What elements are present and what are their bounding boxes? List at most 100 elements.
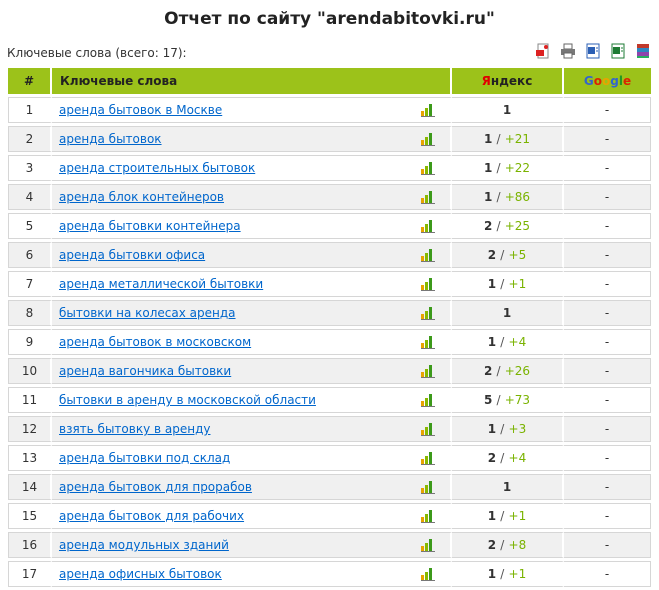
word-icon[interactable] xyxy=(585,43,601,59)
table-row: 12 взять бытовку в аренду 1 / +3- xyxy=(8,416,651,442)
position-change: +26 xyxy=(504,364,531,378)
yandex-position: 2 xyxy=(487,451,497,465)
yandex-cell: 1 xyxy=(452,300,564,326)
keyword-link[interactable]: аренда бытовок в Москве xyxy=(59,103,222,117)
yandex-cell: 1 / +1 xyxy=(452,503,564,529)
excel-icon[interactable] xyxy=(610,43,626,59)
yandex-position: 1 xyxy=(487,567,497,581)
keyword-link[interactable]: аренда бытовки контейнера xyxy=(59,219,241,233)
google-position: - xyxy=(564,474,651,500)
keyword-link[interactable]: бытовки в аренду в московской области xyxy=(59,393,316,407)
stats-chart-icon[interactable] xyxy=(421,219,435,236)
stats-chart-icon[interactable] xyxy=(421,161,435,178)
stats-chart-icon[interactable] xyxy=(421,306,435,323)
col-header-num: # xyxy=(8,68,52,94)
yandex-cell: 2 / +25 xyxy=(452,213,564,239)
row-number: 13 xyxy=(8,445,52,471)
google-letter: o xyxy=(593,74,602,88)
keyword-link[interactable]: взять бытовку в аренду xyxy=(59,422,210,436)
keyword-cell: аренда бытовки офиса xyxy=(52,242,452,268)
keyword-cell: аренда блок контейнеров xyxy=(52,184,452,210)
position-separator: / xyxy=(500,422,505,436)
keyword-link[interactable]: аренда бытовок в московском xyxy=(59,335,251,349)
stats-chart-icon[interactable] xyxy=(421,422,435,439)
position-separator: / xyxy=(500,248,505,262)
stats-chart-icon[interactable] xyxy=(421,335,435,352)
position-change: +73 xyxy=(504,393,531,407)
position-change: +22 xyxy=(504,161,531,175)
keyword-link[interactable]: аренда блок контейнеров xyxy=(59,190,224,204)
yandex-cell: 2 / +26 xyxy=(452,358,564,384)
stats-chart-icon[interactable] xyxy=(421,277,435,294)
table-row: 7 аренда металлической бытовки 1 / +1- xyxy=(8,271,651,297)
table-row: 17 аренда офисных бытовок 1 / +1- xyxy=(8,561,651,587)
google-position: - xyxy=(564,358,651,384)
row-number: 4 xyxy=(8,184,52,210)
col-header-google[interactable]: Google xyxy=(564,68,651,94)
google-position: - xyxy=(564,300,651,326)
row-number: 15 xyxy=(8,503,52,529)
row-number: 11 xyxy=(8,387,52,413)
table-row: 6 аренда бытовки офиса 2 / +5- xyxy=(8,242,651,268)
table-row: 15 аренда бытовок для рабочих 1 / +1- xyxy=(8,503,651,529)
stats-chart-icon[interactable] xyxy=(421,248,435,265)
keyword-link[interactable]: аренда строительных бытовок xyxy=(59,161,255,175)
position-separator: / xyxy=(496,190,501,204)
yandex-cell: 1 / +4 xyxy=(452,329,564,355)
col-header-keywords: Ключевые слова xyxy=(52,68,452,94)
position-separator: / xyxy=(496,161,501,175)
keyword-link[interactable]: аренда офисных бытовок xyxy=(59,567,222,581)
position-change: +21 xyxy=(504,132,531,146)
table-row: 9 аренда бытовок в московском 1 / +4- xyxy=(8,329,651,355)
stats-chart-icon[interactable] xyxy=(421,393,435,410)
keyword-cell: аренда бытовок для рабочих xyxy=(52,503,452,529)
keyword-link[interactable]: аренда металлической бытовки xyxy=(59,277,263,291)
table-row: 13 аренда бытовки под склад 2 / +4- xyxy=(8,445,651,471)
row-number: 1 xyxy=(8,97,52,123)
yandex-cell: 2 / +5 xyxy=(452,242,564,268)
yandex-position: 1 xyxy=(483,161,493,175)
yandex-position: 2 xyxy=(483,219,493,233)
position-change: +4 xyxy=(508,335,527,349)
position-separator: / xyxy=(496,364,501,378)
row-number: 17 xyxy=(8,561,52,587)
keywords-table: # Ключевые слова Яндекс Google 1 аренда б… xyxy=(8,65,651,590)
position-separator: / xyxy=(500,567,505,581)
yandex-position: 1 xyxy=(487,422,497,436)
position-change: +1 xyxy=(508,567,527,581)
col-header-yandex[interactable]: Яндекс xyxy=(452,68,564,94)
google-position: - xyxy=(564,126,651,152)
yandex-cell: 2 / +8 xyxy=(452,532,564,558)
keyword-link[interactable]: аренда бытовок xyxy=(59,132,162,146)
keyword-link[interactable]: аренда вагончика бытовки xyxy=(59,364,231,378)
keyword-link[interactable]: аренда бытовки под склад xyxy=(59,451,230,465)
stats-chart-icon[interactable] xyxy=(421,538,435,555)
stats-chart-icon[interactable] xyxy=(421,451,435,468)
position-separator: / xyxy=(496,132,501,146)
position-change: +4 xyxy=(508,451,527,465)
yandex-letter: Я xyxy=(481,74,491,88)
pdf-icon[interactable] xyxy=(535,43,551,59)
google-letter: G xyxy=(583,74,594,88)
keyword-link[interactable]: бытовки на колесах аренда xyxy=(59,306,236,320)
stats-chart-icon[interactable] xyxy=(421,480,435,497)
position-change: +5 xyxy=(508,248,527,262)
row-number: 6 xyxy=(8,242,52,268)
position-change: +3 xyxy=(508,422,527,436)
stats-chart-icon[interactable] xyxy=(421,509,435,526)
archive-icon[interactable] xyxy=(635,43,651,59)
google-position: - xyxy=(564,242,651,268)
stats-chart-icon[interactable] xyxy=(421,364,435,381)
stats-chart-icon[interactable] xyxy=(421,103,435,120)
stats-chart-icon[interactable] xyxy=(421,190,435,207)
keyword-link[interactable]: аренда бытовок для прорабов xyxy=(59,480,252,494)
keyword-link[interactable]: аренда бытовки офиса xyxy=(59,248,205,262)
table-row: 8 бытовки на колесах аренда 1 - xyxy=(8,300,651,326)
position-change: +25 xyxy=(504,219,531,233)
keyword-link[interactable]: аренда модульных зданий xyxy=(59,538,229,552)
table-header-row: # Ключевые слова Яндекс Google xyxy=(8,68,651,94)
stats-chart-icon[interactable] xyxy=(421,132,435,149)
google-letter: o xyxy=(602,74,611,88)
keyword-link[interactable]: аренда бытовок для рабочих xyxy=(59,509,244,523)
print-icon[interactable] xyxy=(560,43,576,59)
